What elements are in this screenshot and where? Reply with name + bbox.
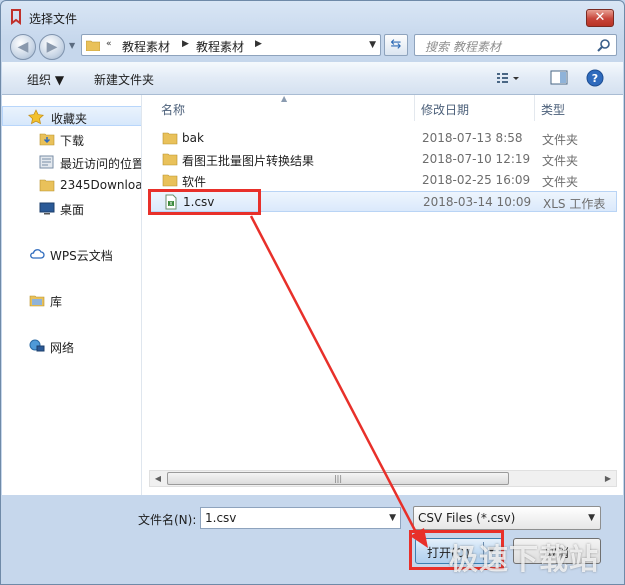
nav-item-desktop[interactable]: 桌面 [2,198,141,218]
arrow-right-icon: ▶ [46,39,58,55]
nav-item-label: 收藏夹 [51,112,88,126]
breadcrumb-segment[interactable]: 教程素材 [196,38,244,55]
breadcrumb-arrow-icon[interactable]: ▶ [255,39,262,49]
watermark: 极速下载站 [449,542,600,576]
scroll-right-icon[interactable]: ▶ [600,471,616,486]
help-icon[interactable]: ? [586,69,604,87]
filename-value: 1.csv [205,511,237,525]
scrollbar-thumb[interactable]: ||| [167,472,509,485]
nav-item-recent[interactable]: 最近访问的位置 [2,152,142,172]
file-dialog: 选择文件 ✕ ◀ ▶ ▼ « 教程素材 ▶ 教程素材 ▶ ▼ ⇆ 搜索 教程素材… [0,0,625,585]
filename-input[interactable]: 1.csv ▼ [200,507,401,529]
chevron-down-icon[interactable]: ▼ [389,513,396,523]
annotation-highlight-file [148,189,261,215]
file-row-bak[interactable]: bak 2018-07-13 8:58 文件夹 [149,128,617,149]
horizontal-scrollbar[interactable]: ◀ ||| ▶ [149,470,617,487]
svg-text:?: ? [592,72,598,85]
nav-item-label: 桌面 [60,203,85,217]
column-divider[interactable] [534,95,535,121]
nav-item-label: 最近访问的位置 [60,157,142,171]
file-type: 文件夹 [542,154,579,168]
file-row-software[interactable]: 软件 2018-02-25 16:09 文件夹 [149,170,617,191]
file-name: bak [182,131,204,145]
organize-menu[interactable]: 组织 ▼ [27,71,64,88]
file-list: ▲ 名称 修改日期 类型 bak 2018-07-13 8:58 文件夹 看图王… [143,94,623,495]
file-type: XLS 工作表 [543,197,606,211]
close-button[interactable]: ✕ [586,9,614,27]
refresh-button[interactable]: ⇆ [384,34,408,56]
forward-button[interactable]: ▶ [39,34,65,60]
column-header-date[interactable]: 修改日期 [421,101,469,118]
column-divider[interactable] [414,95,415,121]
chevron-down-icon[interactable]: ▼ [588,513,595,523]
desktop-icon [39,202,55,215]
new-folder-button[interactable]: 新建文件夹 [94,71,154,88]
breadcrumb-arrow-icon[interactable]: ▶ [182,39,189,49]
nav-item-favorites[interactable]: 收藏夹 [2,106,141,126]
view-options-icon[interactable] [495,70,521,86]
file-date: 2018-07-13 8:58 [422,131,523,145]
address-bar[interactable]: « 教程素材 ▶ 教程素材 ▶ ▼ [81,34,381,56]
toolbar: 组织 ▼ 新建文件夹 ? [2,62,623,95]
folder-icon [162,153,178,166]
address-dropdown-icon[interactable]: ▼ [369,40,376,50]
window-title: 选择文件 [29,12,78,26]
cloud-icon [30,249,45,259]
file-date: 2018-02-25 16:09 [422,173,531,187]
column-header-name[interactable]: 名称 [161,101,185,118]
file-row-conversion-results[interactable]: 看图王批量图片转换结果 2018-07-10 12:19 文件夹 [149,149,617,170]
close-icon: ✕ [594,10,606,25]
recent-places-icon [39,155,54,169]
back-button[interactable]: ◀ [10,34,36,60]
library-icon [29,295,45,307]
folder-icon [39,133,55,146]
search-placeholder: 搜索 教程素材 [425,40,501,54]
file-name: 软件 [182,175,207,189]
navigation-pane: 收藏夹 下载 最近访问的位置 2345Downloa 桌面 WPS云文档 库 网… [2,95,142,495]
sort-ascending-icon: ▲ [281,94,288,103]
folder-icon [39,179,55,192]
search-box[interactable]: 搜索 教程素材 [414,34,617,56]
nav-item-label: 网络 [50,341,75,355]
filename-label: 文件名(N): [138,513,197,527]
column-header-type[interactable]: 类型 [541,101,565,118]
folder-icon [86,40,100,51]
nav-item-label: 库 [50,295,63,309]
arrow-left-icon: ◀ [17,39,29,55]
nav-item-network[interactable]: 网络 [2,336,141,356]
folder-icon [162,132,178,145]
file-date: 2018-07-10 12:19 [422,152,531,166]
nav-item-wps-cloud[interactable]: WPS云文档 [2,244,141,264]
preview-pane-icon[interactable] [550,70,568,86]
nav-item-libraries[interactable]: 库 [2,290,141,310]
recent-locations-dropdown-icon[interactable]: ▼ [69,41,75,50]
folder-icon [162,174,178,187]
file-type-filter[interactable]: CSV Files (*.csv) ▼ [413,506,601,530]
file-date: 2018-03-14 10:09 [423,195,532,209]
nav-item-2345downloads[interactable]: 2345Downloads [2,175,142,195]
column-header-row: ▲ 名称 修改日期 类型 [143,94,623,121]
filter-value: CSV Files (*.csv) [418,511,516,525]
nav-item-label: WPS云文档 [50,249,113,263]
star-icon [28,109,44,125]
network-icon [29,339,45,352]
refresh-icon: ⇆ [390,37,402,52]
title-bar: 选择文件 ✕ [1,1,624,31]
scroll-left-icon[interactable]: ◀ [150,471,166,486]
file-type: 文件夹 [542,133,579,147]
app-icon [11,9,21,25]
nav-item-label: 下载 [60,134,85,148]
file-type: 文件夹 [542,175,579,189]
file-name: 看图王批量图片转换结果 [182,154,315,168]
breadcrumb-segment[interactable]: 教程素材 [122,38,170,55]
nav-item-label: 2345Downloads [60,178,142,192]
main-area: 收藏夹 下载 最近访问的位置 2345Downloa 桌面 WPS云文档 库 网… [2,94,623,495]
search-icon [597,39,610,52]
nav-item-downloads[interactable]: 下载 [2,129,141,149]
breadcrumb-overflow[interactable]: « [106,39,112,49]
grip-icon: ||| [333,474,343,483]
